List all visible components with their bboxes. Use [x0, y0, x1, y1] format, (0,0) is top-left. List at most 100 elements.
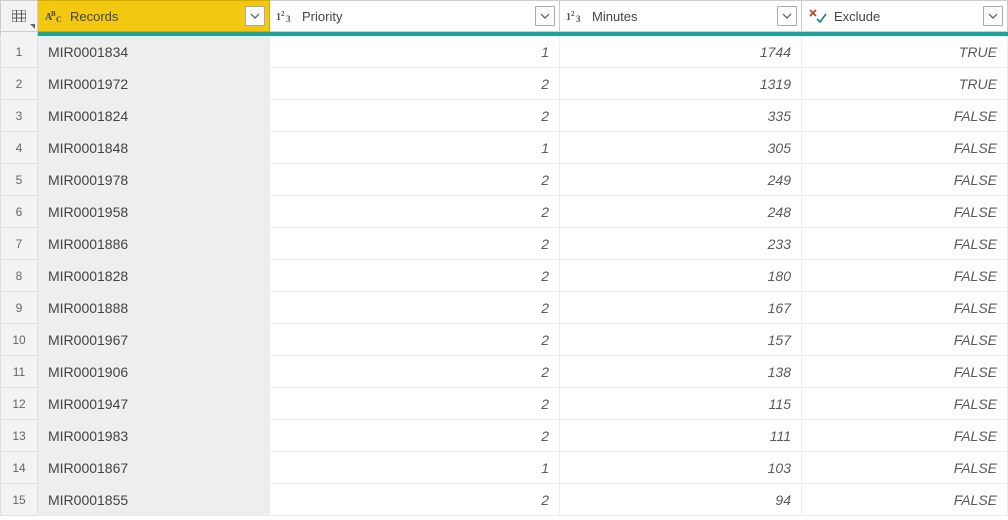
cell-priority[interactable]: 2 [270, 100, 560, 132]
cell-exclude[interactable]: FALSE [802, 196, 1008, 228]
cell-minutes[interactable]: 1319 [560, 68, 802, 100]
cell-priority[interactable]: 2 [270, 164, 560, 196]
table-row[interactable]: 4MIR00018481305FALSE [0, 132, 1008, 164]
cell-priority[interactable]: 2 [270, 292, 560, 324]
column-header-minutes[interactable]: 1 2 3 Minutes [560, 0, 802, 32]
table-row[interactable]: 1MIR000183411744TRUE [0, 36, 1008, 68]
row-number-cell[interactable]: 3 [0, 100, 38, 132]
cell-exclude[interactable]: FALSE [802, 228, 1008, 260]
cell-records[interactable]: MIR0001967 [38, 324, 270, 356]
cell-priority[interactable]: 2 [270, 356, 560, 388]
table-row[interactable]: 8MIR00018282180FALSE [0, 260, 1008, 292]
table-row[interactable]: 9MIR00018882167FALSE [0, 292, 1008, 324]
select-all-corner[interactable] [0, 0, 38, 32]
row-number-cell[interactable]: 5 [0, 164, 38, 196]
cell-minutes[interactable]: 103 [560, 452, 802, 484]
table-row[interactable]: 10MIR00019672157FALSE [0, 324, 1008, 356]
cell-minutes[interactable]: 249 [560, 164, 802, 196]
row-number-cell[interactable]: 1 [0, 36, 38, 68]
table-row[interactable]: 7MIR00018862233FALSE [0, 228, 1008, 260]
table-row[interactable]: 14MIR00018671103FALSE [0, 452, 1008, 484]
row-number-cell[interactable]: 2 [0, 68, 38, 100]
cell-exclude[interactable]: TRUE [802, 68, 1008, 100]
cell-minutes[interactable]: 167 [560, 292, 802, 324]
cell-exclude[interactable]: FALSE [802, 420, 1008, 452]
table-row[interactable]: 13MIR00019832111FALSE [0, 420, 1008, 452]
cell-priority[interactable]: 1 [270, 452, 560, 484]
cell-minutes[interactable]: 138 [560, 356, 802, 388]
table-row[interactable]: 5MIR00019782249FALSE [0, 164, 1008, 196]
cell-exclude[interactable]: FALSE [802, 260, 1008, 292]
table-row[interactable]: 3MIR00018242335FALSE [0, 100, 1008, 132]
cell-priority[interactable]: 2 [270, 420, 560, 452]
cell-records[interactable]: MIR0001958 [38, 196, 270, 228]
row-number-cell[interactable]: 13 [0, 420, 38, 452]
column-header-exclude[interactable]: Exclude [802, 0, 1008, 32]
row-number-cell[interactable]: 9 [0, 292, 38, 324]
row-number-cell[interactable]: 15 [0, 484, 38, 516]
cell-records[interactable]: MIR0001828 [38, 260, 270, 292]
cell-records[interactable]: MIR0001834 [38, 36, 270, 68]
cell-exclude[interactable]: FALSE [802, 164, 1008, 196]
cell-minutes[interactable]: 180 [560, 260, 802, 292]
cell-exclude[interactable]: FALSE [802, 292, 1008, 324]
cell-records[interactable]: MIR0001848 [38, 132, 270, 164]
cell-records[interactable]: MIR0001855 [38, 484, 270, 516]
cell-exclude[interactable]: FALSE [802, 132, 1008, 164]
column-title: Priority [296, 9, 535, 24]
cell-exclude[interactable]: FALSE [802, 452, 1008, 484]
cell-records[interactable]: MIR0001906 [38, 356, 270, 388]
filter-button-priority[interactable] [535, 6, 555, 26]
column-header-priority[interactable]: 1 2 3 Priority [270, 0, 560, 32]
row-number-cell[interactable]: 10 [0, 324, 38, 356]
row-number-cell[interactable]: 14 [0, 452, 38, 484]
cell-priority[interactable]: 1 [270, 36, 560, 68]
cell-priority[interactable]: 1 [270, 132, 560, 164]
table-row[interactable]: 12MIR00019472115FALSE [0, 388, 1008, 420]
cell-priority[interactable]: 2 [270, 196, 560, 228]
cell-priority[interactable]: 2 [270, 68, 560, 100]
cell-exclude[interactable]: FALSE [802, 100, 1008, 132]
table-row[interactable]: 11MIR00019062138FALSE [0, 356, 1008, 388]
cell-records[interactable]: MIR0001867 [38, 452, 270, 484]
column-header-records[interactable]: A B C Records [38, 0, 270, 32]
cell-minutes[interactable]: 94 [560, 484, 802, 516]
cell-minutes[interactable]: 1744 [560, 36, 802, 68]
row-number-cell[interactable]: 8 [0, 260, 38, 292]
cell-minutes[interactable]: 157 [560, 324, 802, 356]
cell-priority[interactable]: 2 [270, 228, 560, 260]
cell-priority[interactable]: 2 [270, 484, 560, 516]
cell-exclude[interactable]: FALSE [802, 388, 1008, 420]
table-row[interactable]: 6MIR00019582248FALSE [0, 196, 1008, 228]
cell-records[interactable]: MIR0001886 [38, 228, 270, 260]
cell-records[interactable]: MIR0001824 [38, 100, 270, 132]
row-number-cell[interactable]: 11 [0, 356, 38, 388]
table-row[interactable]: 2MIR000197221319TRUE [0, 68, 1008, 100]
cell-minutes[interactable]: 233 [560, 228, 802, 260]
cell-records[interactable]: MIR0001888 [38, 292, 270, 324]
cell-exclude[interactable]: FALSE [802, 484, 1008, 516]
cell-exclude[interactable]: FALSE [802, 356, 1008, 388]
cell-records[interactable]: MIR0001983 [38, 420, 270, 452]
cell-exclude[interactable]: FALSE [802, 324, 1008, 356]
table-row[interactable]: 15MIR0001855294FALSE [0, 484, 1008, 516]
cell-minutes[interactable]: 335 [560, 100, 802, 132]
row-number-cell[interactable]: 12 [0, 388, 38, 420]
cell-records[interactable]: MIR0001978 [38, 164, 270, 196]
cell-minutes[interactable]: 115 [560, 388, 802, 420]
cell-minutes[interactable]: 111 [560, 420, 802, 452]
cell-priority[interactable]: 2 [270, 388, 560, 420]
cell-records[interactable]: MIR0001947 [38, 388, 270, 420]
cell-exclude[interactable]: TRUE [802, 36, 1008, 68]
filter-button-records[interactable] [245, 6, 265, 26]
row-number-cell[interactable]: 6 [0, 196, 38, 228]
cell-priority[interactable]: 2 [270, 324, 560, 356]
cell-minutes[interactable]: 305 [560, 132, 802, 164]
row-number-cell[interactable]: 7 [0, 228, 38, 260]
cell-records[interactable]: MIR0001972 [38, 68, 270, 100]
cell-minutes[interactable]: 248 [560, 196, 802, 228]
filter-button-exclude[interactable] [983, 6, 1003, 26]
filter-button-minutes[interactable] [777, 6, 797, 26]
cell-priority[interactable]: 2 [270, 260, 560, 292]
row-number-cell[interactable]: 4 [0, 132, 38, 164]
